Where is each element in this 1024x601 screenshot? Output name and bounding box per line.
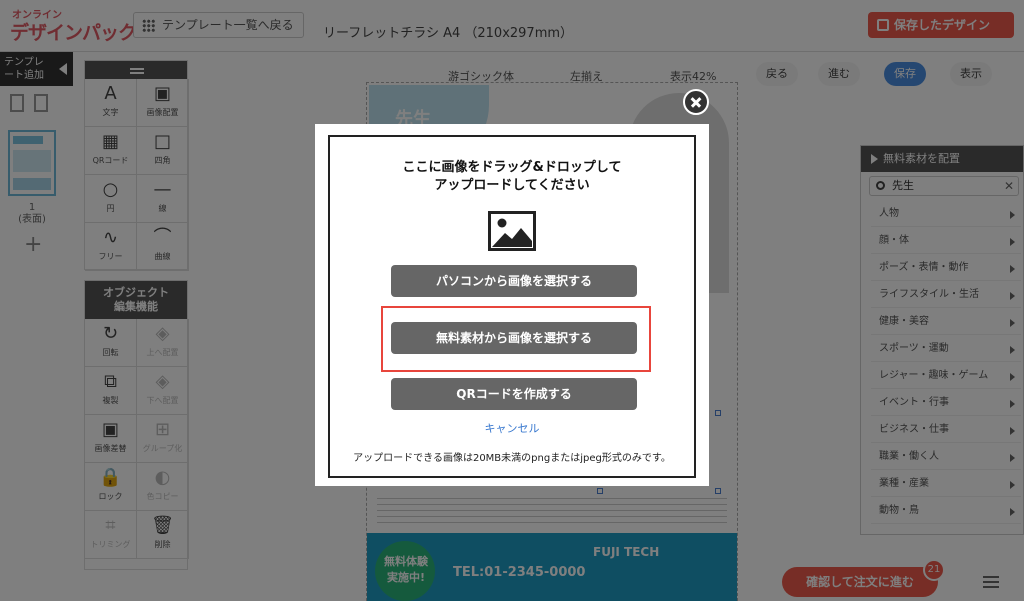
upload-note: アップロードできる画像は20MB未満のpngまたはjpeg形式のみです。 (353, 453, 671, 464)
select-free-material-button[interactable]: 無料素材から画像を選択する (391, 322, 637, 354)
select-from-pc-button[interactable]: パソコンから画像を選択する (391, 265, 637, 297)
cancel-link[interactable]: キャンセル (330, 420, 694, 436)
modal-title-line2: アップロードしてください (434, 178, 590, 193)
modal-title: ここに画像をドラッグ&ドロップして アップロードしてください (330, 159, 694, 195)
image-upload-modal: ここに画像をドラッグ&ドロップして アップロードしてください パソコンから画像を… (315, 124, 709, 486)
close-icon[interactable] (683, 89, 709, 115)
image-placeholder-icon (488, 211, 536, 251)
image-drop-zone[interactable]: ここに画像をドラッグ&ドロップして アップロードしてください パソコンから画像を… (328, 135, 696, 478)
create-qr-code-button[interactable]: QRコードを作成する (391, 378, 637, 410)
modal-title-line1: ここに画像をドラッグ&ドロップして (402, 160, 622, 175)
